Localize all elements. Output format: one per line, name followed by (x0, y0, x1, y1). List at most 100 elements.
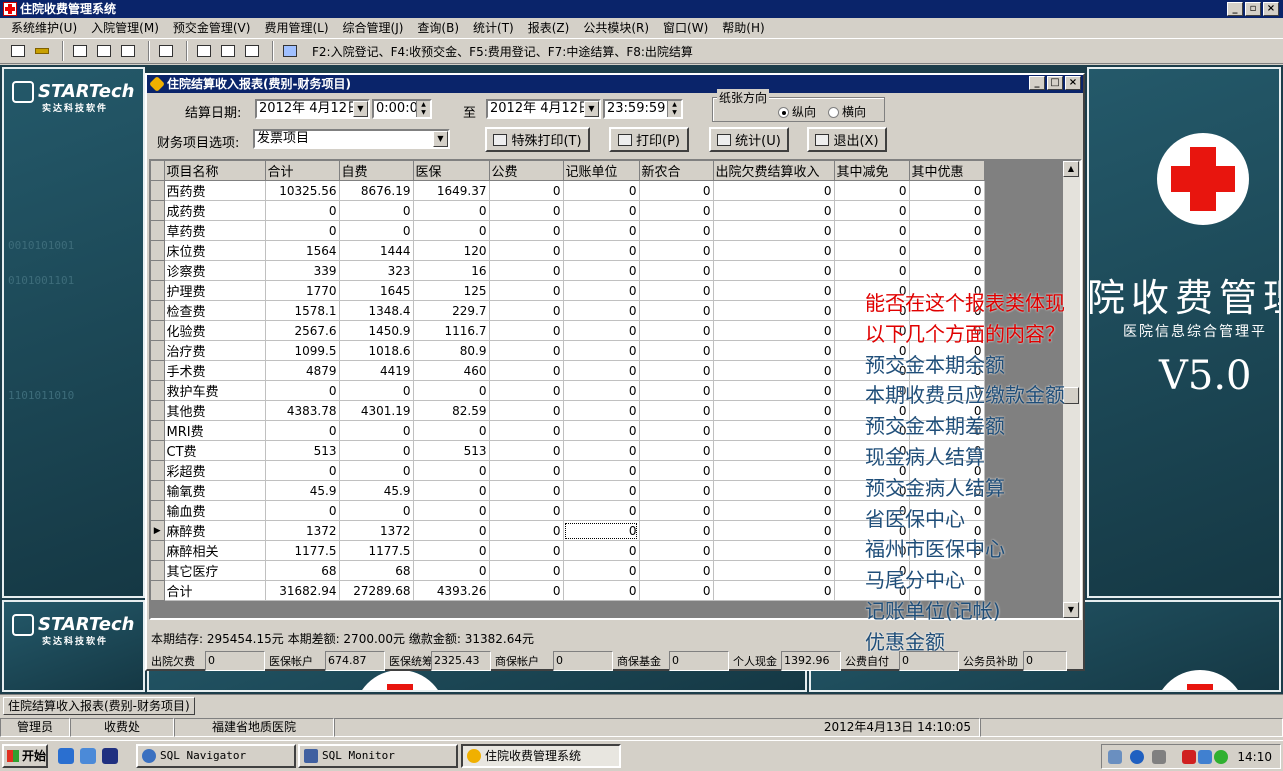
value-cell[interactable]: 0 (489, 220, 564, 241)
value-cell[interactable]: 0 (713, 180, 835, 201)
value-cell[interactable]: 1444 (339, 240, 414, 261)
menu-item[interactable]: 公共模块(R) (576, 19, 656, 36)
value-cell[interactable]: 0 (713, 280, 835, 301)
value-cell[interactable]: 1645 (339, 280, 414, 301)
value-cell[interactable]: 0 (713, 540, 835, 561)
value-cell[interactable]: 0 (413, 540, 490, 561)
value-cell[interactable]: 0 (339, 380, 414, 401)
value-cell[interactable]: 0 (909, 300, 985, 321)
value-cell[interactable]: 0 (909, 500, 985, 521)
value-cell[interactable]: 1578.1 (265, 300, 340, 321)
value-cell[interactable]: 1372 (265, 520, 340, 541)
table-row[interactable]: 麻醉相关 1177.5 1177.5 0 0 0 0 0 0 0 (151, 540, 985, 561)
item-name-cell[interactable]: 麻醉相关 (164, 540, 266, 561)
value-cell[interactable]: 0 (489, 520, 564, 541)
table-row[interactable]: 草药费 0 0 0 0 0 0 0 0 0 (151, 220, 985, 241)
value-cell[interactable]: 0 (713, 300, 835, 321)
value-cell[interactable]: 0 (713, 520, 835, 541)
value-cell[interactable]: 0 (489, 360, 564, 381)
item-name-cell[interactable]: 床位费 (164, 240, 266, 261)
column-header[interactable]: 合计 (265, 161, 340, 181)
value-cell[interactable]: 0 (713, 500, 835, 521)
value-cell[interactable]: 0 (265, 380, 340, 401)
value-cell[interactable]: 0 (834, 500, 910, 521)
value-cell[interactable]: 0 (489, 400, 564, 421)
value-cell[interactable]: 0 (339, 200, 414, 221)
value-cell[interactable]: 0 (909, 320, 985, 341)
value-cell[interactable]: 0 (834, 560, 910, 581)
item-name-cell[interactable]: 合计 (164, 580, 266, 601)
value-cell[interactable]: 0 (909, 540, 985, 561)
value-cell[interactable]: 0 (413, 200, 490, 221)
ie-icon[interactable] (58, 748, 74, 764)
value-cell[interactable]: 45.9 (339, 480, 414, 501)
table-row[interactable]: 西药费 10325.56 8676.19 1649.37 0 0 0 0 0 0 (151, 180, 985, 201)
item-name-cell[interactable]: 诊察费 (164, 260, 266, 281)
value-cell[interactable]: 0 (909, 400, 985, 421)
value-cell[interactable]: 80.9 (413, 340, 490, 361)
value-cell[interactable]: 0 (909, 560, 985, 581)
task-hospital-system[interactable]: 住院收费管理系统 (461, 744, 621, 768)
value-cell[interactable]: 0 (834, 580, 910, 601)
value-cell[interactable]: 31682.94 (265, 580, 340, 601)
table-row[interactable]: 护理费 1770 1645 125 0 0 0 0 0 0 (151, 280, 985, 301)
value-cell[interactable]: 0 (339, 460, 414, 481)
value-cell[interactable]: 0 (563, 380, 640, 401)
date-to-picker[interactable]: 2012年 4月12日 ▼ (486, 99, 601, 119)
value-cell[interactable]: 0 (563, 200, 640, 221)
value-cell[interactable]: 0 (713, 380, 835, 401)
time-from-spinner[interactable]: 0:00:00 ▲ ▼ (372, 99, 432, 119)
value-cell[interactable]: 0 (909, 240, 985, 261)
value-cell[interactable]: 0 (713, 340, 835, 361)
value-cell[interactable]: 0 (834, 240, 910, 261)
date-from-picker[interactable]: 2012年 4月12日 ▼ (255, 99, 370, 119)
item-name-cell[interactable]: 其它医疗 (164, 560, 266, 581)
column-header[interactable]: 其中优惠 (909, 161, 985, 181)
chevron-down-icon[interactable]: ▼ (433, 131, 448, 147)
document-icon[interactable] (70, 41, 90, 61)
value-cell[interactable]: 460 (413, 360, 490, 381)
value-cell[interactable]: 0 (834, 260, 910, 281)
value-cell[interactable]: 0 (489, 560, 564, 581)
value-cell[interactable]: 0 (713, 360, 835, 381)
value-cell[interactable]: 0 (563, 220, 640, 241)
scroll-thumb[interactable] (1063, 387, 1079, 404)
value-cell[interactable]: 1564 (265, 240, 340, 261)
item-name-cell[interactable]: 手术费 (164, 360, 266, 381)
value-cell[interactable]: 0 (489, 540, 564, 561)
report-icon[interactable] (218, 41, 238, 61)
value-cell[interactable]: 4301.19 (339, 400, 414, 421)
value-cell[interactable]: 0 (563, 300, 640, 321)
item-name-cell[interactable]: 治疗费 (164, 340, 266, 361)
value-cell[interactable]: 0 (909, 180, 985, 201)
value-cell[interactable]: 0 (639, 240, 714, 261)
value-cell[interactable]: 10325.56 (265, 180, 340, 201)
item-name-cell[interactable]: CT费 (164, 440, 266, 461)
window-tab-report[interactable]: 住院结算收入报表(费别-财务项目) (3, 697, 195, 715)
table-row[interactable]: 成药费 0 0 0 0 0 0 0 0 0 (151, 200, 985, 221)
app-quicklaunch-icon[interactable] (102, 748, 118, 764)
menu-item[interactable]: 统计(T) (466, 19, 521, 36)
value-cell[interactable]: 0 (489, 500, 564, 521)
value-cell[interactable]: 0 (909, 580, 985, 601)
value-cell[interactable]: 0 (489, 200, 564, 221)
item-name-cell[interactable]: 化验费 (164, 320, 266, 341)
value-cell[interactable]: 45.9 (265, 480, 340, 501)
value-cell[interactable]: 1450.9 (339, 320, 414, 341)
value-cell[interactable]: 0 (489, 480, 564, 501)
column-header[interactable]: 医保 (413, 161, 490, 181)
value-cell[interactable]: 0 (265, 460, 340, 481)
menu-item[interactable]: 系统维护(U) (4, 19, 84, 36)
item-name-cell[interactable]: 检查费 (164, 300, 266, 321)
value-cell[interactable]: 1770 (265, 280, 340, 301)
table-row[interactable]: 合计 31682.94 27289.68 4393.26 0 0 0 0 0 0 (151, 580, 985, 601)
close-button[interactable]: × (1263, 2, 1279, 16)
value-cell[interactable]: 0 (413, 220, 490, 241)
value-cell[interactable]: 16 (413, 260, 490, 281)
value-cell[interactable]: 513 (265, 440, 340, 461)
table-row[interactable]: 其他费 4383.78 4301.19 82.59 0 0 0 0 0 0 (151, 400, 985, 421)
value-cell[interactable]: 0 (834, 520, 910, 541)
landscape-radio[interactable]: 横向 (828, 103, 866, 120)
menu-item[interactable]: 费用管理(L) (257, 19, 335, 36)
value-cell[interactable]: 0 (713, 220, 835, 241)
